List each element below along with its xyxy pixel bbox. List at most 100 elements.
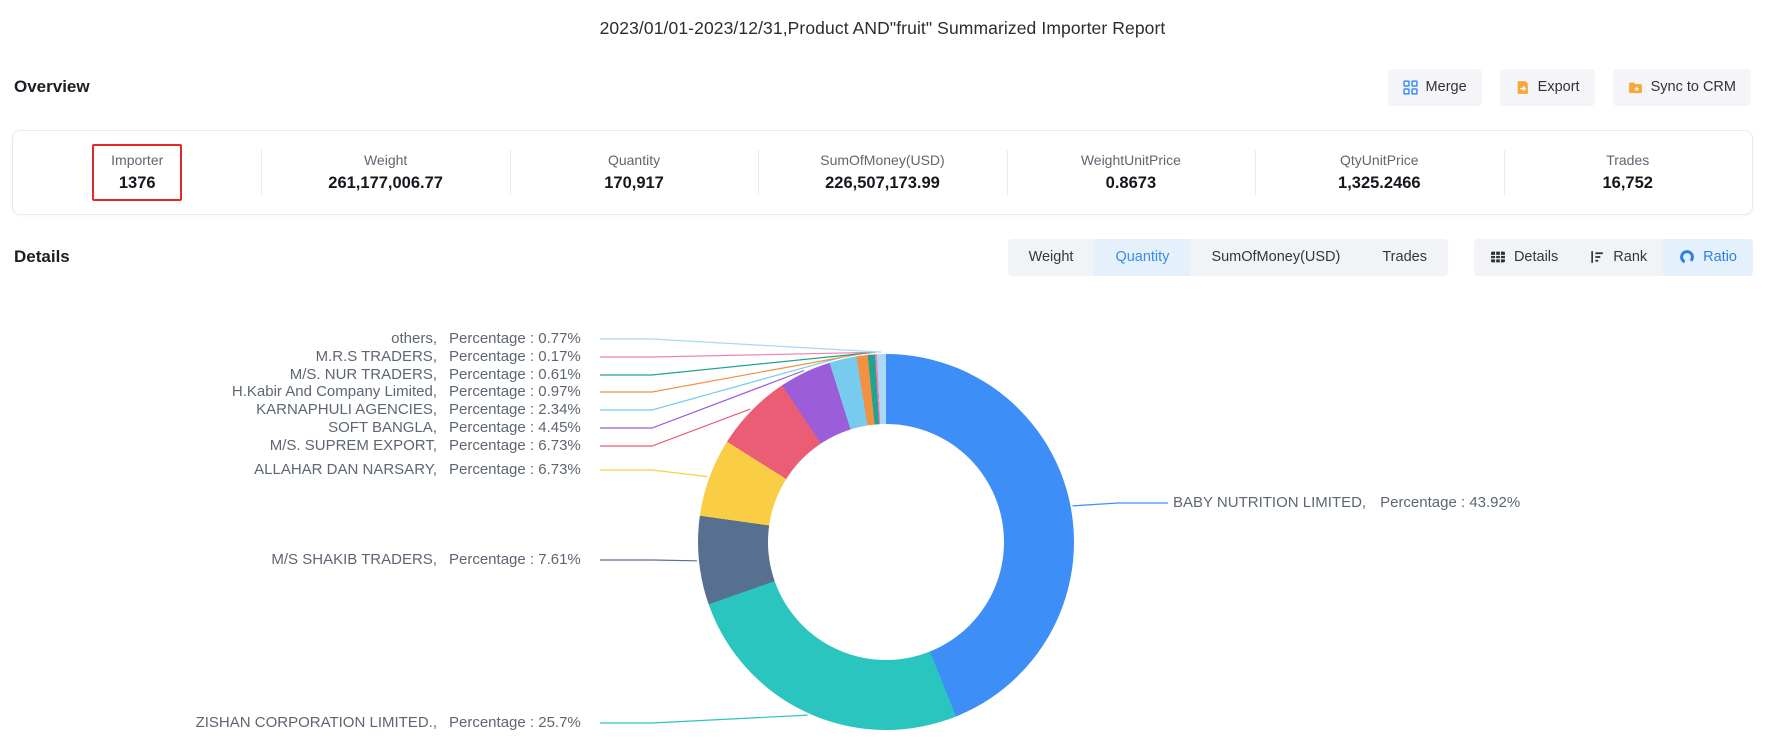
sync-folder-icon bbox=[1628, 80, 1643, 95]
pie-label-name: ZISHAN CORPORATION LIMITED., bbox=[196, 714, 437, 731]
button-label: Export bbox=[1538, 79, 1580, 95]
stat-inner: Trades 16,752 bbox=[1584, 144, 1672, 201]
metric-tab-group: WeightQuantitySumOfMoney(USD)Trades bbox=[1008, 239, 1448, 276]
leader-line bbox=[600, 470, 708, 477]
stat-inner: Weight 261,177,006.77 bbox=[309, 144, 462, 201]
stat-label: WeightUnitPrice bbox=[1081, 149, 1181, 171]
button-label: Merge bbox=[1426, 79, 1467, 95]
tab-weight[interactable]: Weight bbox=[1008, 239, 1095, 276]
pie-label-name: M.R.S TRADERS, bbox=[316, 348, 437, 365]
pie-label-percentage: Percentage : 7.61% bbox=[449, 550, 581, 570]
stat-value: 1,325.2466 bbox=[1338, 171, 1421, 196]
pie-label-percentage: Percentage : 25.7% bbox=[449, 713, 581, 733]
overview-stats-card: Importer 1376 Weight 261,177,006.77 Quan… bbox=[12, 130, 1753, 215]
button-label: Details bbox=[1514, 249, 1558, 265]
stat-label: Quantity bbox=[608, 149, 660, 171]
pie-label-name: others, bbox=[391, 330, 437, 347]
view-button-group: Details Rank Ratio bbox=[1474, 239, 1753, 276]
pie-callout-label: H.Kabir And Company Limited,Percentage :… bbox=[160, 382, 437, 402]
leader-line bbox=[600, 352, 876, 357]
stat-cell-qtyunitprice: QtyUnitPrice 1,325.2466 bbox=[1255, 131, 1503, 214]
merge-icon bbox=[1403, 80, 1418, 95]
leader-line bbox=[600, 715, 808, 723]
stat-cell-sumofmoney-usd-: SumOfMoney(USD) 226,507,173.99 bbox=[758, 131, 1006, 214]
pie-callout-label: SOFT BANGLA,Percentage : 4.45% bbox=[160, 418, 437, 438]
stat-cell-trades: Trades 16,752 bbox=[1504, 131, 1752, 214]
donut-hole bbox=[768, 424, 1004, 660]
sync-to-crm-button[interactable]: Sync to CRM bbox=[1613, 69, 1751, 106]
pie-callout-label: M/S SHAKIB TRADERS,Percentage : 7.61% bbox=[160, 550, 437, 570]
stat-label: QtyUnitPrice bbox=[1340, 149, 1419, 171]
export-button[interactable]: Export bbox=[1500, 69, 1595, 106]
details-header-row: Details WeightQuantitySumOfMoney(USD)Tra… bbox=[14, 238, 1753, 276]
overview-header-row: Overview Merge Export Sync to CRM bbox=[14, 68, 1751, 106]
details-view-button[interactable]: Details bbox=[1474, 239, 1574, 276]
details-table-icon bbox=[1490, 250, 1506, 264]
stat-value: 261,177,006.77 bbox=[328, 171, 443, 196]
stat-value: 226,507,173.99 bbox=[825, 171, 940, 196]
stat-value: 16,752 bbox=[1603, 171, 1653, 196]
overview-actions: Merge Export Sync to CRM bbox=[1388, 69, 1751, 106]
stat-label: Trades bbox=[1606, 149, 1649, 171]
stat-label: SumOfMoney(USD) bbox=[820, 149, 944, 171]
pie-label-percentage: Percentage : 0.17% bbox=[449, 347, 581, 367]
pie-callout-label: ZISHAN CORPORATION LIMITED.,Percentage :… bbox=[160, 713, 437, 733]
details-heading: Details bbox=[14, 247, 70, 267]
importer-ratio-chart: BABY NUTRITION LIMITED, Percentage : 43.9… bbox=[0, 281, 1765, 741]
stat-inner: SumOfMoney(USD) 226,507,173.99 bbox=[801, 144, 963, 201]
button-label: Sync to CRM bbox=[1651, 79, 1736, 95]
stat-cell-quantity: Quantity 170,917 bbox=[510, 131, 758, 214]
highlight-box: Importer 1376 bbox=[92, 144, 182, 201]
stat-inner: WeightUnitPrice 0.8673 bbox=[1062, 144, 1200, 201]
ratio-donut-icon bbox=[1679, 249, 1695, 265]
page-title: 2023/01/01-2023/12/31,Product AND"fruit"… bbox=[0, 18, 1765, 39]
leader-line bbox=[1073, 503, 1169, 506]
pie-label-percentage: Percentage : 0.77% bbox=[449, 329, 581, 349]
pie-label-name: KARNAPHULI AGENCIES, bbox=[256, 401, 437, 418]
ratio-view-button[interactable]: Ratio bbox=[1663, 239, 1753, 276]
pie-label-percentage: Percentage : 4.45% bbox=[449, 418, 581, 438]
pie-label-percentage: Percentage : 2.34% bbox=[449, 400, 581, 420]
pie-label-percentage: Percentage : 6.73% bbox=[449, 460, 581, 480]
donut-chart[interactable] bbox=[698, 354, 1074, 730]
stat-cell-weightunitprice: WeightUnitPrice 0.8673 bbox=[1007, 131, 1255, 214]
pie-callout-label: M.R.S TRADERS,Percentage : 0.17% bbox=[160, 347, 437, 367]
stat-label: Weight bbox=[364, 149, 407, 171]
pie-label-name: M/S SHAKIB TRADERS, bbox=[271, 551, 437, 568]
leader-line bbox=[600, 339, 881, 352]
pie-callout-label: BABY NUTRITION LIMITED, Percentage : 43.9… bbox=[1173, 493, 1520, 513]
tab-quantity[interactable]: Quantity bbox=[1094, 239, 1190, 276]
stat-cell-importer: Importer 1376 bbox=[13, 131, 261, 214]
stat-value: 170,917 bbox=[604, 171, 664, 196]
tab-trades[interactable]: Trades bbox=[1361, 239, 1448, 276]
tab-sumofmoney-usd-[interactable]: SumOfMoney(USD) bbox=[1190, 239, 1361, 276]
button-label: Ratio bbox=[1703, 249, 1737, 265]
pie-label-percentage: Percentage : 0.97% bbox=[449, 382, 581, 402]
stat-inner: Quantity 170,917 bbox=[585, 144, 683, 201]
pie-callout-label: ALLAHAR DAN NARSARY,Percentage : 6.73% bbox=[160, 460, 437, 480]
pie-callout-label: KARNAPHULI AGENCIES,Percentage : 2.34% bbox=[160, 400, 437, 420]
pie-label-name: M/S. SUPREM EXPORT, bbox=[270, 437, 437, 454]
pie-label-percentage: Percentage : 6.73% bbox=[449, 436, 581, 456]
pie-callout-label: M/S. SUPREM EXPORT,Percentage : 6.73% bbox=[160, 436, 437, 456]
pie-callout-label: M/S. NUR TRADERS,Percentage : 0.61% bbox=[160, 365, 437, 385]
pie-callout-label: others,Percentage : 0.77% bbox=[160, 329, 437, 349]
pie-label-name: SOFT BANGLA, bbox=[328, 419, 437, 436]
overview-heading: Overview bbox=[14, 77, 90, 97]
export-icon bbox=[1515, 80, 1530, 95]
leader-line bbox=[600, 560, 697, 561]
stat-value: 1376 bbox=[119, 171, 156, 196]
button-label: Rank bbox=[1613, 249, 1647, 265]
pie-label-name: ALLAHAR DAN NARSARY, bbox=[254, 461, 437, 478]
pie-label-name: M/S. NUR TRADERS, bbox=[290, 366, 437, 383]
pie-label-name: BABY NUTRITION LIMITED, bbox=[1173, 494, 1366, 511]
stat-value: 0.8673 bbox=[1106, 171, 1156, 196]
pie-label-percentage: Percentage : 43.92% bbox=[1380, 494, 1520, 511]
stat-inner: QtyUnitPrice 1,325.2466 bbox=[1319, 144, 1440, 201]
stat-cell-weight: Weight 261,177,006.77 bbox=[261, 131, 509, 214]
pie-label-percentage: Percentage : 0.61% bbox=[449, 365, 581, 385]
rank-icon bbox=[1590, 250, 1605, 264]
rank-view-button[interactable]: Rank bbox=[1574, 239, 1663, 276]
pie-label-name: H.Kabir And Company Limited, bbox=[232, 383, 437, 400]
merge-button[interactable]: Merge bbox=[1388, 69, 1482, 106]
